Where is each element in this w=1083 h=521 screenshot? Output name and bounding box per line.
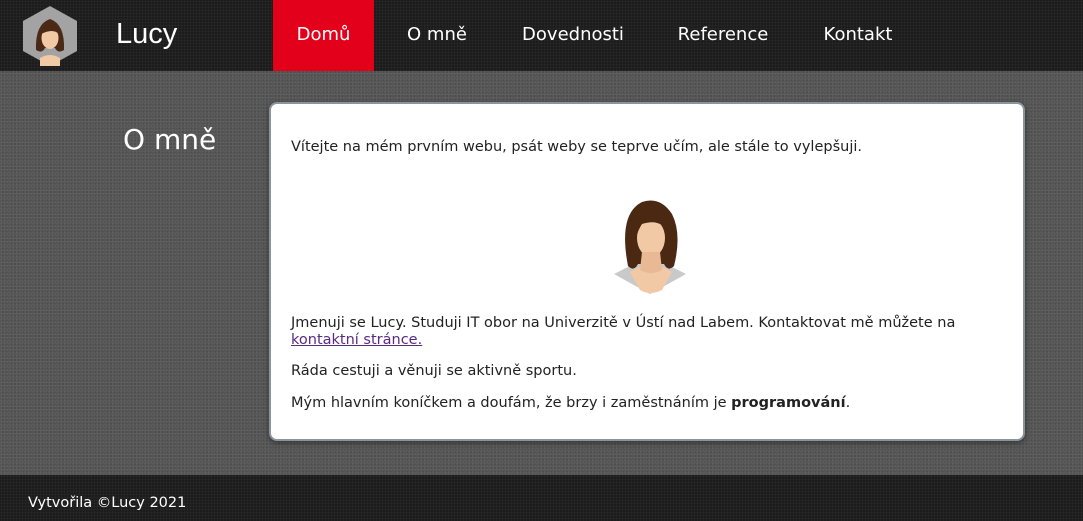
- main-hobby-bold: programování: [731, 395, 846, 411]
- nav-item-domu[interactable]: Domů: [273, 0, 374, 71]
- woman-avatar-icon: [614, 200, 686, 294]
- site-footer: Vytvořila ©Lucy 2021: [0, 475, 1083, 521]
- bio-text: Jmenuji se Lucy. Studuji IT obor na Univ…: [291, 315, 955, 332]
- nav-item-o-mne[interactable]: O mně: [389, 0, 485, 71]
- intro-text: Vítejte na mém prvním webu, psát weby se…: [291, 139, 862, 155]
- footer-credit: Vytvořila ©Lucy 2021: [28, 495, 187, 511]
- nav-item-dovednosti[interactable]: Dovednosti: [513, 0, 633, 71]
- about-card: Vítejte na mém prvním webu, psát weby se…: [269, 102, 1025, 441]
- bio-text-content: Jmenuji se Lucy. Studuji IT obor na Univ…: [291, 315, 956, 331]
- logo-avatar-icon[interactable]: [20, 4, 80, 68]
- site-name[interactable]: Lucy: [116, 18, 177, 51]
- section-title: O mně: [123, 123, 217, 156]
- bio-link-line: kontaktní stránce.: [291, 332, 422, 349]
- nav-item-reference[interactable]: Reference: [666, 0, 780, 71]
- main-hobby-prefix: Mým hlavním koníčkem a doufám, že brzy i…: [291, 395, 727, 411]
- hobby-text: Ráda cestuji a věnuji se aktivně sportu.: [291, 363, 577, 379]
- main-hobby-text: Mým hlavním koníčkem a doufám, že brzy i…: [291, 395, 850, 412]
- contact-page-link[interactable]: kontaktní stránce.: [291, 332, 422, 348]
- site-header: Lucy Domů O mně Dovednosti Reference Kon…: [0, 0, 1083, 71]
- main-hobby-suffix: .: [845, 395, 851, 411]
- nav-item-kontakt[interactable]: Kontakt: [807, 0, 909, 71]
